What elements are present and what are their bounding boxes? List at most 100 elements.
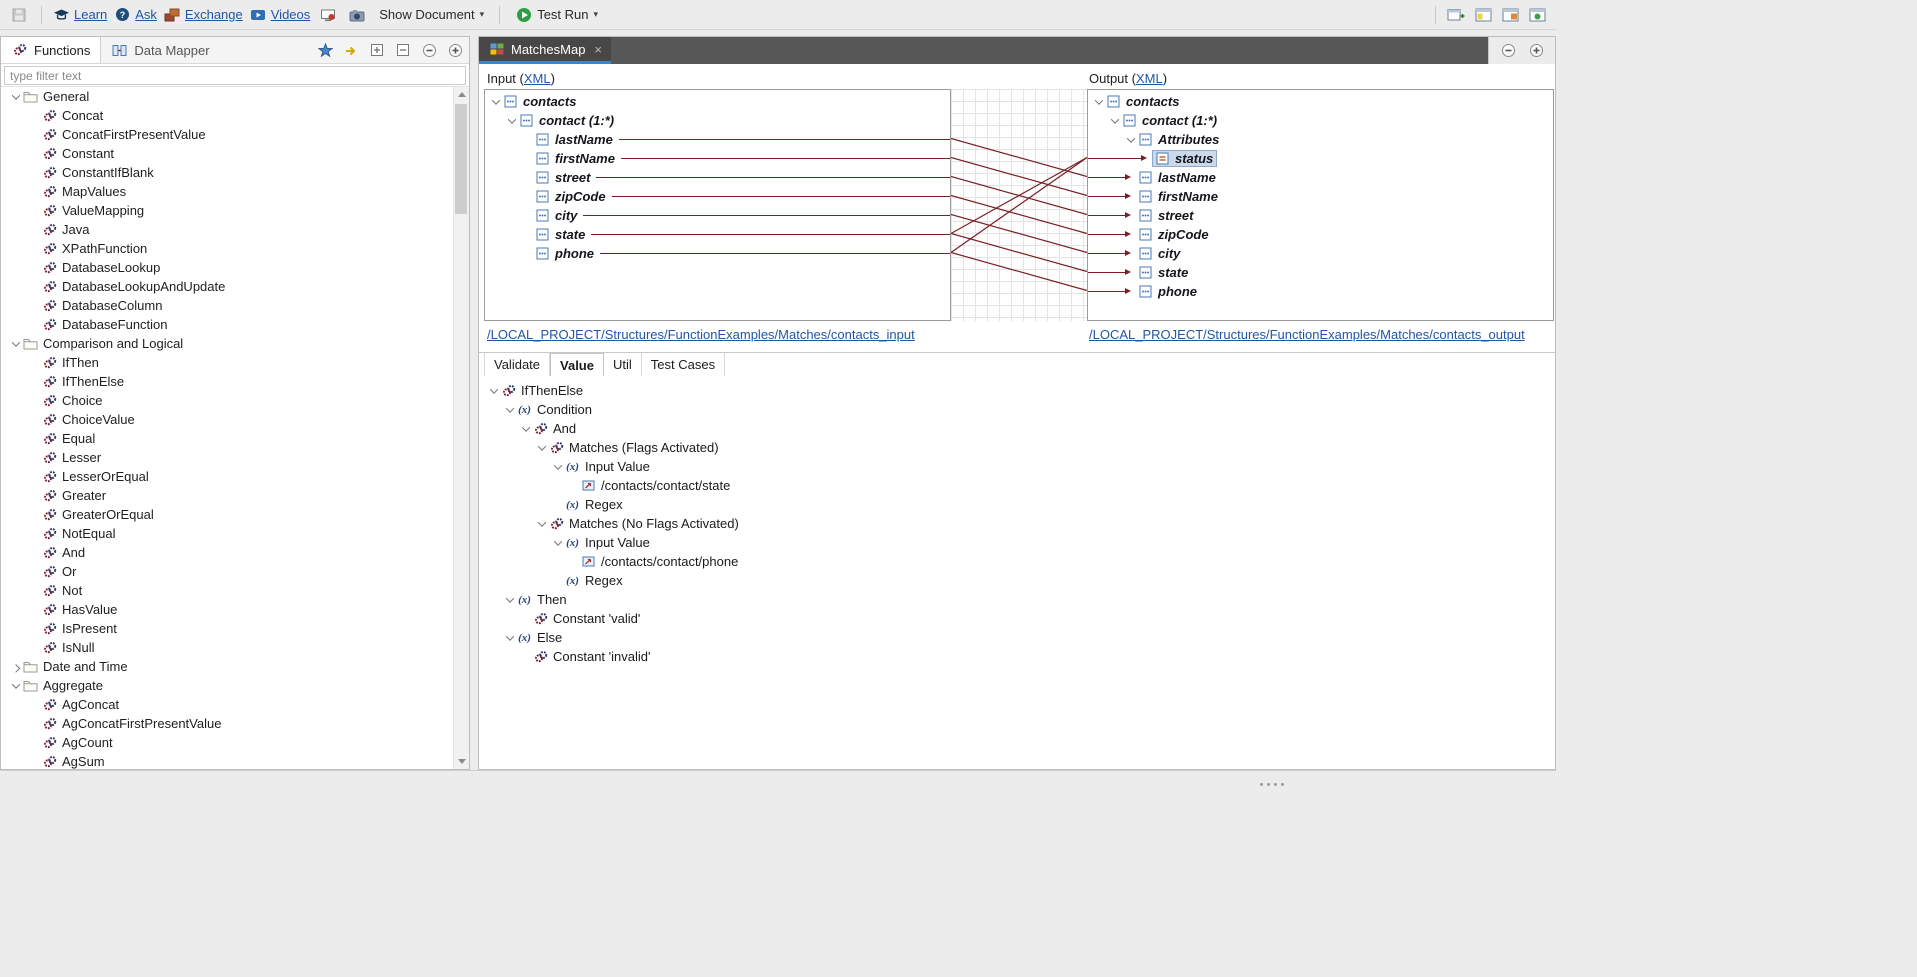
- tab-util[interactable]: Util: [604, 353, 642, 376]
- chevron-down-icon[interactable]: [535, 441, 548, 454]
- value-node-contacts-contact-state[interactable]: /contacts/contact/state: [479, 476, 1555, 495]
- function-item-greaterorequal[interactable]: GreaterOrEqual: [1, 505, 453, 524]
- chevron-down-icon[interactable]: [489, 95, 502, 108]
- function-item-databaselookupandupdate[interactable]: DatabaseLookupAndUpdate: [1, 277, 453, 296]
- tree-folder-general[interactable]: General: [1, 87, 453, 106]
- test-run-menu[interactable]: Test Run ▾: [511, 5, 602, 25]
- function-item-agsum[interactable]: AgSum: [1, 752, 453, 769]
- tree-folder-aggregate[interactable]: Aggregate: [1, 676, 453, 695]
- chevron-down-icon[interactable]: [505, 114, 518, 127]
- sash-handle[interactable]: [1260, 783, 1284, 786]
- chevron-down-icon[interactable]: [9, 90, 22, 103]
- output-xml-link[interactable]: XML: [1136, 71, 1163, 86]
- open-perspective-button[interactable]: [1445, 4, 1467, 26]
- in-node-firstname[interactable]: firstName: [485, 149, 950, 168]
- chevron-down-icon[interactable]: [9, 679, 22, 692]
- function-item-isnull[interactable]: IsNull: [1, 638, 453, 657]
- function-item-or[interactable]: Or: [1, 562, 453, 581]
- function-item-concat[interactable]: Concat: [1, 106, 453, 125]
- chevron-down-icon[interactable]: [535, 517, 548, 530]
- function-item-choicevalue[interactable]: ChoiceValue: [1, 410, 453, 429]
- learn-link[interactable]: Learn: [74, 7, 107, 22]
- tab-test-cases[interactable]: Test Cases: [642, 353, 725, 376]
- function-item-valuemapping[interactable]: ValueMapping: [1, 201, 453, 220]
- function-item-not[interactable]: Not: [1, 581, 453, 600]
- chevron-down-icon[interactable]: [503, 631, 516, 644]
- chevron-down-icon[interactable]: [1108, 114, 1121, 127]
- out-node-contact-1[interactable]: contact (1:*): [1088, 111, 1553, 130]
- input-structure-link[interactable]: /LOCAL_PROJECT/Structures/FunctionExampl…: [487, 327, 915, 342]
- value-node-regex[interactable]: (x)Regex: [479, 495, 1555, 514]
- function-item-concatfirstpresentvalue[interactable]: ConcatFirstPresentValue: [1, 125, 453, 144]
- in-node-phone[interactable]: phone: [485, 244, 950, 263]
- chevron-down-icon[interactable]: [487, 384, 500, 397]
- chevron-down-icon[interactable]: [503, 403, 516, 416]
- out-node-firstname[interactable]: firstName: [1088, 187, 1553, 206]
- output-structure-link[interactable]: /LOCAL_PROJECT/Structures/FunctionExampl…: [1089, 327, 1525, 342]
- tab-functions[interactable]: Functions: [1, 37, 101, 63]
- in-node-contacts[interactable]: contacts: [485, 92, 950, 111]
- chevron-down-icon[interactable]: [503, 593, 516, 606]
- function-item-java[interactable]: Java: [1, 220, 453, 239]
- function-item-notequal[interactable]: NotEqual: [1, 524, 453, 543]
- tree-folder-comparison-and-logical[interactable]: Comparison and Logical: [1, 334, 453, 353]
- function-item-xpathfunction[interactable]: XPathFunction: [1, 239, 453, 258]
- out-node-street[interactable]: street: [1088, 206, 1553, 225]
- chevron-right-icon[interactable]: [9, 660, 22, 673]
- value-node-contacts-contact-phone[interactable]: /contacts/contact/phone: [479, 552, 1555, 571]
- function-item-greater[interactable]: Greater: [1, 486, 453, 505]
- value-node-condition[interactable]: (x)Condition: [479, 400, 1555, 419]
- value-node-and[interactable]: And: [479, 419, 1555, 438]
- value-node-matches-flags-activated[interactable]: Matches (Flags Activated): [479, 438, 1555, 457]
- out-node-attributes[interactable]: Attributes: [1088, 130, 1553, 149]
- camera-button[interactable]: [346, 4, 368, 26]
- chevron-down-icon[interactable]: [9, 337, 22, 350]
- minimize-view-button[interactable]: [418, 39, 440, 61]
- tab-data-mapper[interactable]: Data Mapper: [101, 37, 219, 63]
- function-item-databaselookup[interactable]: DatabaseLookup: [1, 258, 453, 277]
- in-node-zipcode[interactable]: zipCode: [485, 187, 950, 206]
- function-item-choice[interactable]: Choice: [1, 391, 453, 410]
- in-node-city[interactable]: city: [485, 206, 950, 225]
- function-item-databasefunction[interactable]: DatabaseFunction: [1, 315, 453, 334]
- videos-link[interactable]: Videos: [271, 7, 311, 22]
- function-item-and[interactable]: And: [1, 543, 453, 562]
- out-node-contacts[interactable]: contacts: [1088, 92, 1553, 111]
- chevron-down-icon[interactable]: [551, 536, 564, 549]
- function-item-lesser[interactable]: Lesser: [1, 448, 453, 467]
- value-node-else[interactable]: (x)Else: [479, 628, 1555, 647]
- chevron-down-icon[interactable]: [1124, 133, 1137, 146]
- in-node-state[interactable]: state: [485, 225, 950, 244]
- perspective-button[interactable]: [1499, 4, 1521, 26]
- out-node-zipcode[interactable]: zipCode: [1088, 225, 1553, 244]
- in-node-contact-1[interactable]: contact (1:*): [485, 111, 950, 130]
- filter-input[interactable]: [4, 66, 466, 85]
- chevron-down-icon[interactable]: [519, 422, 532, 435]
- value-node-matches-no-flags-activated[interactable]: Matches (No Flags Activated): [479, 514, 1555, 533]
- function-item-constant[interactable]: Constant: [1, 144, 453, 163]
- chevron-down-icon[interactable]: [1092, 95, 1105, 108]
- function-item-mapvalues[interactable]: MapValues: [1, 182, 453, 201]
- close-icon[interactable]: ×: [594, 43, 602, 56]
- value-node-input-value[interactable]: (x)Input Value: [479, 457, 1555, 476]
- function-item-agconcat[interactable]: AgConcat: [1, 695, 453, 714]
- link-with-editor-button[interactable]: [340, 39, 362, 61]
- out-node-state[interactable]: state: [1088, 263, 1553, 282]
- function-item-agconcatfirstpresentvalue[interactable]: AgConcatFirstPresentValue: [1, 714, 453, 733]
- in-node-lastname[interactable]: lastName: [485, 130, 950, 149]
- value-node-then[interactable]: (x)Then: [479, 590, 1555, 609]
- value-node-constant-valid[interactable]: Constant 'valid': [479, 609, 1555, 628]
- function-item-lesserorequal[interactable]: LesserOrEqual: [1, 467, 453, 486]
- expand-all-button[interactable]: [366, 39, 388, 61]
- function-item-hasvalue[interactable]: HasValue: [1, 600, 453, 619]
- maximize-view-button[interactable]: [444, 39, 466, 61]
- chevron-down-icon[interactable]: [551, 460, 564, 473]
- function-item-equal[interactable]: Equal: [1, 429, 453, 448]
- value-node-constant-invalid[interactable]: Constant 'invalid': [479, 647, 1555, 666]
- input-xml-link[interactable]: XML: [524, 71, 551, 86]
- screencast-button[interactable]: [317, 4, 339, 26]
- out-node-phone[interactable]: phone: [1088, 282, 1553, 301]
- perspective-button[interactable]: [1472, 4, 1494, 26]
- minimize-editor-button[interactable]: [1497, 40, 1519, 62]
- scrollbar-thumb[interactable]: [455, 104, 467, 214]
